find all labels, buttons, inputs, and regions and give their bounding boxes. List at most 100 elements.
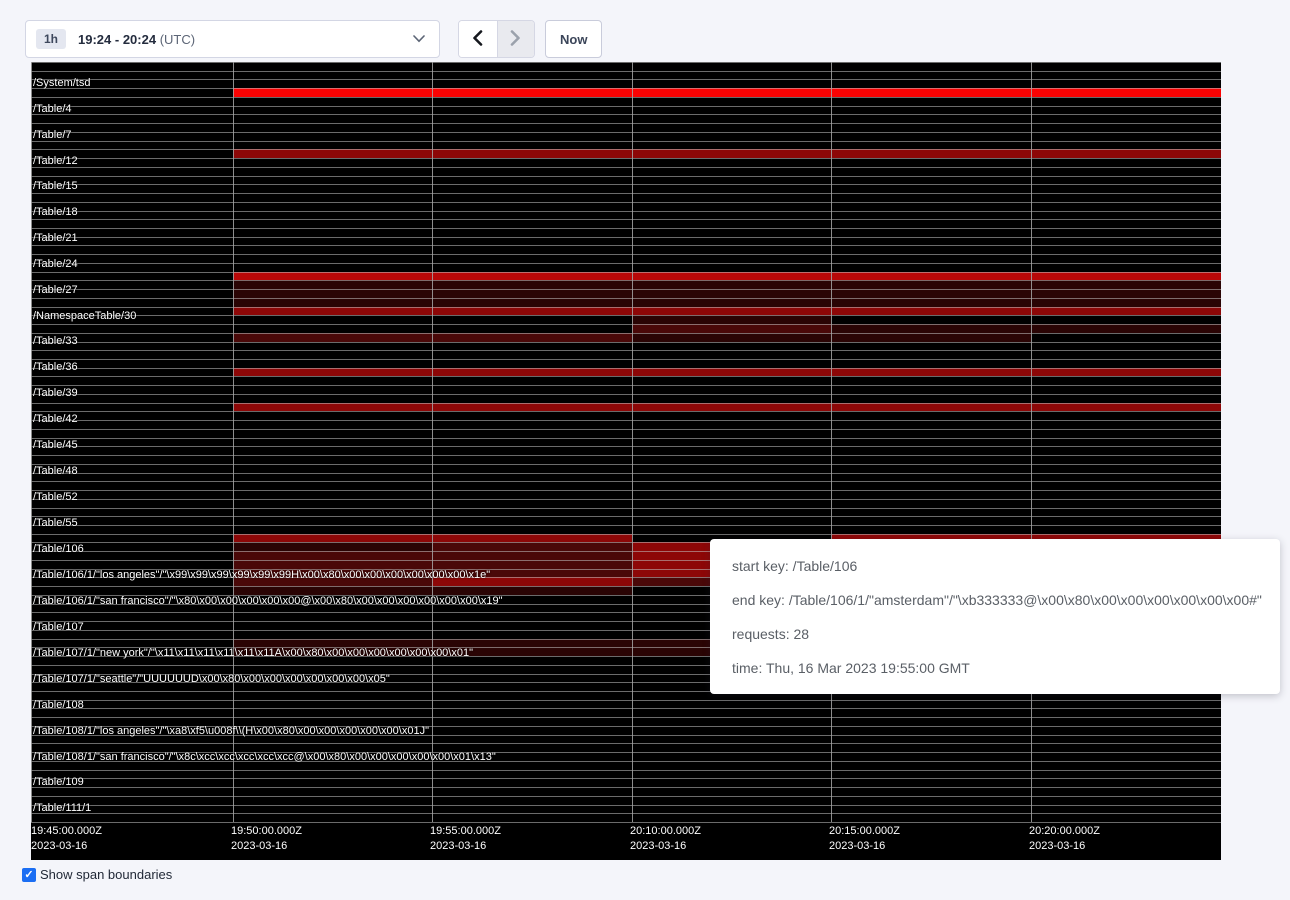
span-boundary-line: [31, 359, 1221, 360]
tooltip-requests: requests: 28: [732, 617, 1268, 651]
row-label: /Table/15: [33, 179, 78, 193]
show-span-boundaries-checkbox[interactable]: ✓: [22, 868, 36, 882]
span-boundary-line: [31, 770, 1221, 771]
span-boundary-line: [31, 438, 1221, 439]
span-boundary-line: [31, 245, 1221, 246]
heatmap-cell[interactable]: [632, 88, 831, 97]
row-label: /Table/52: [33, 490, 78, 504]
heatmap-cell[interactable]: [632, 324, 831, 333]
row-label: /Table/106/1/"san francisco"/"\x80\x00\x…: [33, 594, 503, 608]
span-boundary-line: [31, 289, 1221, 290]
span-boundary-line: [31, 385, 1221, 386]
heatmap-cell[interactable]: [1031, 324, 1221, 333]
span-boundary-line: [31, 787, 1221, 788]
span-boundary-line: [31, 403, 1221, 404]
key-visualizer-canvas[interactable]: /System/tsd/Table/4/Table/7/Table/12/Tab…: [31, 62, 1221, 860]
time-gridline: [1031, 62, 1032, 822]
span-boundary-line: [31, 211, 1221, 212]
span-boundary-line: [31, 79, 1221, 80]
heatmap-cell[interactable]: [432, 88, 632, 97]
heatmap-cell[interactable]: [432, 551, 632, 560]
heatmap-cell[interactable]: [831, 333, 1031, 342]
row-label: /Table/45: [33, 438, 78, 452]
heatmap-cell[interactable]: [632, 149, 831, 158]
heatmap-cell[interactable]: [233, 333, 432, 342]
x-axis-time-label: 19:45:00.000Z: [31, 825, 102, 837]
heatmap-cell[interactable]: [432, 149, 632, 158]
span-boundary-line: [31, 324, 1221, 325]
show-span-boundaries-control: ✓ Show span boundaries: [22, 867, 172, 882]
span-boundary-line: [31, 473, 1221, 474]
span-boundary-line: [31, 455, 1221, 456]
prev-range-button[interactable]: [459, 21, 497, 57]
heatmap-cell[interactable]: [432, 298, 632, 307]
x-axis-date-label: 2023-03-16: [31, 840, 87, 852]
span-boundary-line: [31, 516, 1221, 517]
heatmap-cell[interactable]: [831, 289, 1031, 298]
heatmap-cell[interactable]: [831, 280, 1031, 289]
heatmap-cell[interactable]: [432, 542, 632, 551]
span-boundary-line: [31, 176, 1221, 177]
heatmap-cell[interactable]: [1031, 298, 1221, 307]
span-boundary-line: [31, 280, 1221, 281]
span-boundary-line: [31, 272, 1221, 273]
x-axis-time-label: 20:10:00.000Z: [630, 825, 701, 837]
span-boundary-line: [31, 184, 1221, 185]
span-boundary-line: [31, 97, 1221, 98]
heatmap-cell[interactable]: [831, 149, 1031, 158]
heatmap-cell[interactable]: [632, 289, 831, 298]
time-range-select[interactable]: 1h 19:24 - 20:24 (UTC): [25, 20, 440, 58]
span-boundary-line: [31, 429, 1221, 430]
tooltip-start-key: start key: /Table/106: [732, 549, 1268, 583]
row-label: /Table/108/1/"san francisco"/"\x8c\xcc\x…: [33, 750, 496, 764]
heatmap-cell[interactable]: [1031, 289, 1221, 298]
heatmap-cell[interactable]: [233, 298, 432, 307]
heatmap-cell[interactable]: [233, 289, 432, 298]
heatmap-cell[interactable]: [432, 333, 632, 342]
x-axis-date-label: 2023-03-16: [231, 840, 287, 852]
heatmap-cell[interactable]: [1031, 280, 1221, 289]
heatmap-cell[interactable]: [233, 551, 432, 560]
heatmap-cell[interactable]: [233, 280, 432, 289]
time-range-duration-badge: 1h: [36, 29, 66, 49]
heatmap-cell[interactable]: [1031, 149, 1221, 158]
now-button[interactable]: Now: [545, 20, 602, 58]
row-label: /Table/4: [33, 102, 72, 116]
heatmap-cell[interactable]: [432, 280, 632, 289]
heatmap-cell[interactable]: [831, 88, 1031, 97]
row-label: /Table/106/1/"los angeles"/"\x99\x99\x99…: [33, 568, 490, 582]
heatmap-cell[interactable]: [1031, 88, 1221, 97]
x-axis-date-label: 2023-03-16: [430, 840, 486, 852]
heatmap-cell[interactable]: [632, 298, 831, 307]
span-boundary-line: [31, 254, 1221, 255]
row-label: /NamespaceTable/30: [33, 309, 136, 323]
span-boundary-line: [31, 106, 1221, 107]
span-boundary-line: [31, 167, 1221, 168]
row-label: /Table/108/1/"los angeles"/"\xa8\xf5\u00…: [33, 724, 429, 738]
show-span-boundaries-label: Show span boundaries: [40, 867, 172, 882]
span-boundary-line: [31, 481, 1221, 482]
hover-tooltip: start key: /Table/106 end key: /Table/10…: [710, 539, 1280, 694]
heatmap-cell[interactable]: [233, 149, 432, 158]
span-boundary-line: [31, 219, 1221, 220]
heatmap-cell[interactable]: [233, 542, 432, 551]
heatmap-cell[interactable]: [831, 298, 1031, 307]
heatmap-cell[interactable]: [632, 333, 831, 342]
span-boundary-line: [31, 368, 1221, 369]
span-boundary-line: [31, 717, 1221, 718]
heatmap-cell[interactable]: [632, 280, 831, 289]
span-boundary-line: [31, 796, 1221, 797]
row-label: /Table/111/1: [33, 801, 91, 815]
row-label: /Table/108: [33, 698, 84, 712]
x-axis-time-label: 20:20:00.000Z: [1029, 825, 1100, 837]
heatmap-cell[interactable]: [233, 88, 432, 97]
span-boundary-line: [31, 342, 1221, 343]
x-axis-date-label: 2023-03-16: [630, 840, 686, 852]
heatmap-cell[interactable]: [831, 324, 1031, 333]
row-label: /System/tsd: [33, 76, 90, 90]
row-label: /Table/107: [33, 620, 84, 634]
next-range-button[interactable]: [497, 21, 535, 57]
span-boundary-line: [31, 71, 1221, 72]
heatmap-cell[interactable]: [632, 315, 831, 324]
heatmap-cell[interactable]: [432, 289, 632, 298]
